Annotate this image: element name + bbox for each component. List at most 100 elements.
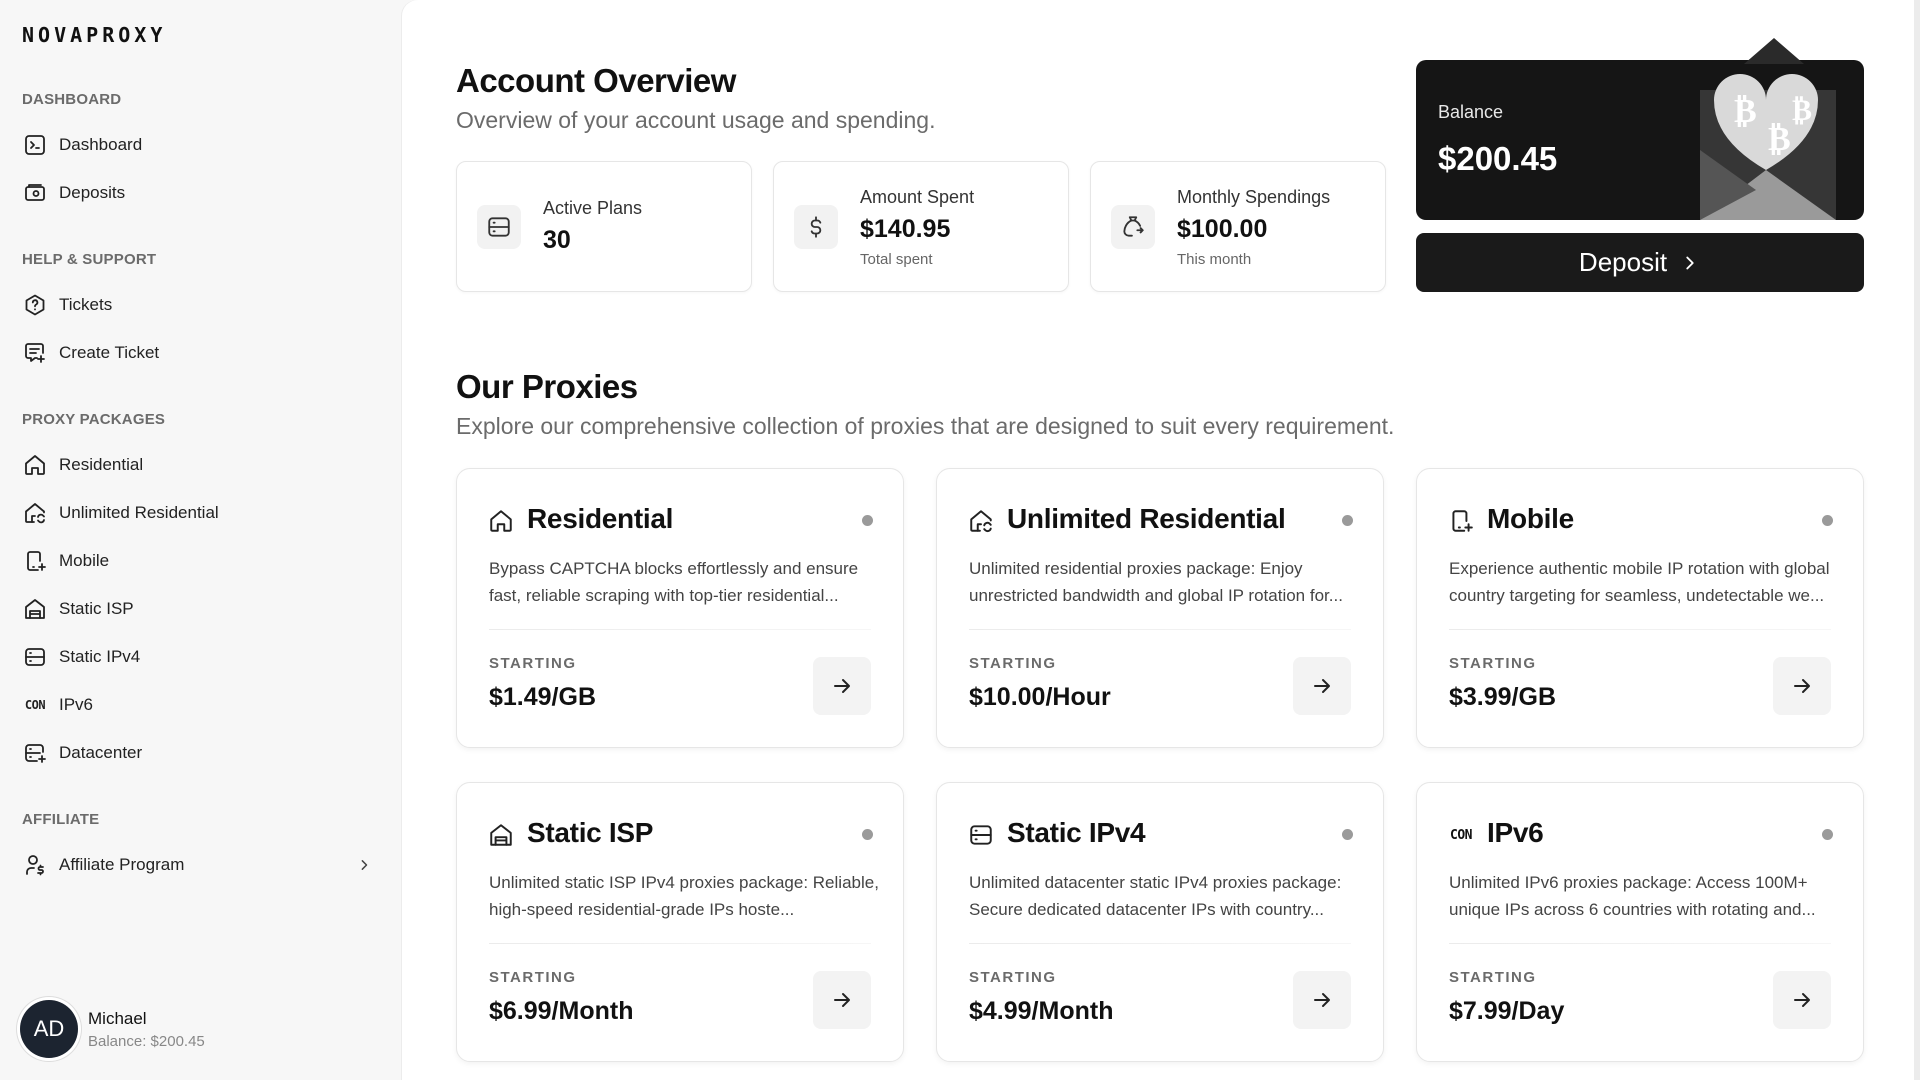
starting-label: STARTING [1449, 969, 1537, 986]
chevron-right-icon [361, 860, 368, 870]
avatar[interactable]: AD [20, 1000, 78, 1058]
stat-note: This month [1177, 251, 1252, 268]
sidebar-item-create-ticket[interactable]: Create Ticket [22, 336, 382, 370]
sidebar-item-static-isp[interactable]: Static ISP [22, 592, 382, 626]
server-icon [477, 205, 521, 249]
home-icon [487, 507, 515, 535]
message-plus-icon [22, 340, 48, 366]
stat-label: Active Plans [543, 198, 643, 218]
section-title-proxies: Our Proxies [456, 368, 638, 405]
arrow-right-button[interactable] [1773, 657, 1831, 715]
arrow-right-button[interactable] [813, 971, 871, 1029]
stat-value: $100.00 [1177, 215, 1268, 243]
proxy-card-description: Bypass CAPTCHA blocks effortlessly and e… [489, 559, 859, 605]
proxy-card-price: $3.99/GB [1449, 683, 1557, 711]
divider [969, 943, 1351, 944]
sidebar-item-datacenter[interactable]: Datacenter [22, 736, 382, 770]
arrow-right-button[interactable] [813, 657, 871, 715]
proxy-card-mobile[interactable]: Mobile Experience authentic mobile IP ro… [1416, 468, 1864, 748]
con-icon: CON [24, 698, 46, 712]
stat-label: Amount Spent [860, 187, 975, 207]
scrollbar[interactable] [1914, 0, 1920, 1080]
home-icon [22, 452, 48, 478]
user-profile[interactable]: AD Michael Balance: $200.45 [20, 1000, 205, 1058]
starting-label: STARTING [489, 655, 577, 672]
stat-card-active-plans: Active Plans 30 [456, 161, 752, 292]
status-dot [1342, 515, 1353, 526]
balance-card: Balance $200.45 [1416, 60, 1864, 220]
user-balance: Balance: $200.45 [88, 1032, 205, 1050]
proxy-card-title: Residential [527, 503, 674, 534]
proxy-card-unlimited-residential[interactable]: Unlimited Residential Unlimited resident… [936, 468, 1384, 748]
balance-label: Balance [1438, 102, 1504, 122]
sidebar-item-affiliate-program[interactable]: Affiliate Program [22, 848, 382, 882]
status-dot [1822, 515, 1833, 526]
proxy-card-price: $7.99/Day [1449, 997, 1565, 1025]
sidebar-item-residential[interactable]: Residential [22, 448, 382, 482]
arrow-right-icon [1794, 993, 1810, 1007]
stat-value: $140.95 [860, 215, 951, 243]
sidebar-item-static-ipv4[interactable]: Static IPv4 [22, 640, 382, 674]
mobile-icon [22, 548, 48, 574]
proxy-card-title: Unlimited Residential [1007, 503, 1286, 534]
status-dot [862, 515, 873, 526]
arrow-right-icon [1794, 679, 1810, 693]
section-label-proxy-packages: PROXY PACKAGES [22, 411, 166, 428]
brand-logo[interactable]: NOVAPROXY [22, 23, 166, 47]
sidebar-item-label: IPv6 [59, 695, 94, 714]
sidebar-item-label: Residential [59, 455, 144, 474]
arrow-right-button[interactable] [1773, 971, 1831, 1029]
arrow-right-icon [1314, 679, 1330, 693]
page-title: Account Overview [456, 62, 736, 99]
starting-label: STARTING [1449, 655, 1537, 672]
arrow-right-button[interactable] [1293, 657, 1351, 715]
con-icon: CON [1450, 827, 1472, 843]
sidebar-item-label: Tickets [59, 295, 113, 314]
divider [1449, 629, 1831, 630]
stat-value: 30 [543, 226, 571, 254]
proxy-card-price: $10.00/Hour [969, 683, 1111, 711]
sidebar-item-label: Unlimited Residential [59, 503, 219, 522]
section-subtitle-proxies: Explore our comprehensive collection of … [456, 413, 1395, 439]
proxy-card-ipv6[interactable]: CON IPv6 Unlimited IPv6 proxies package:… [1416, 782, 1864, 1062]
user-dollar-icon [22, 852, 48, 878]
proxy-card-title: Static ISP [527, 817, 654, 848]
proxy-card-description: Experience authentic mobile IP rotation … [1449, 559, 1830, 605]
starting-label: STARTING [489, 969, 577, 986]
status-dot [1342, 829, 1353, 840]
user-name: Michael [88, 1008, 147, 1028]
arrow-right-icon [1314, 993, 1330, 1007]
stat-card-monthly-spendings: Monthly Spendings $100.00 This month [1090, 161, 1386, 292]
sidebar-item-label: Datacenter [59, 743, 143, 762]
stat-card-amount-spent: Amount Spent $140.95 Total spent [773, 161, 1069, 292]
stat-note: Total spent [860, 251, 933, 268]
page-subtitle: Overview of your account usage and spend… [456, 107, 936, 133]
sidebar-item-deposits[interactable]: Deposits [22, 176, 382, 210]
divider [489, 629, 871, 630]
sidebar-item-ipv6[interactable]: CON IPv6 [22, 688, 382, 722]
proxy-card-description: Unlimited residential proxies package: E… [969, 559, 1343, 605]
divider [1449, 943, 1831, 944]
deposit-button[interactable]: Deposit [1416, 233, 1864, 292]
sidebar-item-label: Dashboard [59, 135, 143, 154]
sidebar-item-label: Mobile [59, 551, 110, 570]
sidebar-item-mobile[interactable]: Mobile [22, 544, 382, 578]
sidebar-item-tickets[interactable]: Tickets [22, 288, 382, 322]
proxy-card-price: $1.49/GB [489, 683, 597, 711]
sidebar-item-unlimited-residential[interactable]: Unlimited Residential [22, 496, 382, 530]
proxy-card-static-ipv4[interactable]: Static IPv4 Unlimited datacenter static … [936, 782, 1384, 1062]
sidebar-item-dashboard[interactable]: Dashboard [22, 128, 382, 162]
building-icon [22, 596, 48, 622]
home-sync-icon [967, 507, 995, 535]
building-icon [487, 821, 515, 849]
starting-label: STARTING [969, 969, 1057, 986]
server-icon [22, 644, 48, 670]
proxy-card-static-isp[interactable]: Static ISP Unlimited static ISP IPv4 pro… [456, 782, 904, 1062]
dollar-icon [794, 205, 838, 249]
arrow-right-button[interactable] [1293, 971, 1351, 1029]
deposit-button-label: Deposit [1578, 247, 1668, 277]
main-content: Account Overview Overview of your accoun… [402, 0, 1920, 1080]
arrow-right-icon [834, 993, 850, 1007]
proxy-card-residential[interactable]: Residential Bypass CAPTCHA blocks effort… [456, 468, 904, 748]
section-label-help: HELP & SUPPORT [22, 251, 157, 268]
